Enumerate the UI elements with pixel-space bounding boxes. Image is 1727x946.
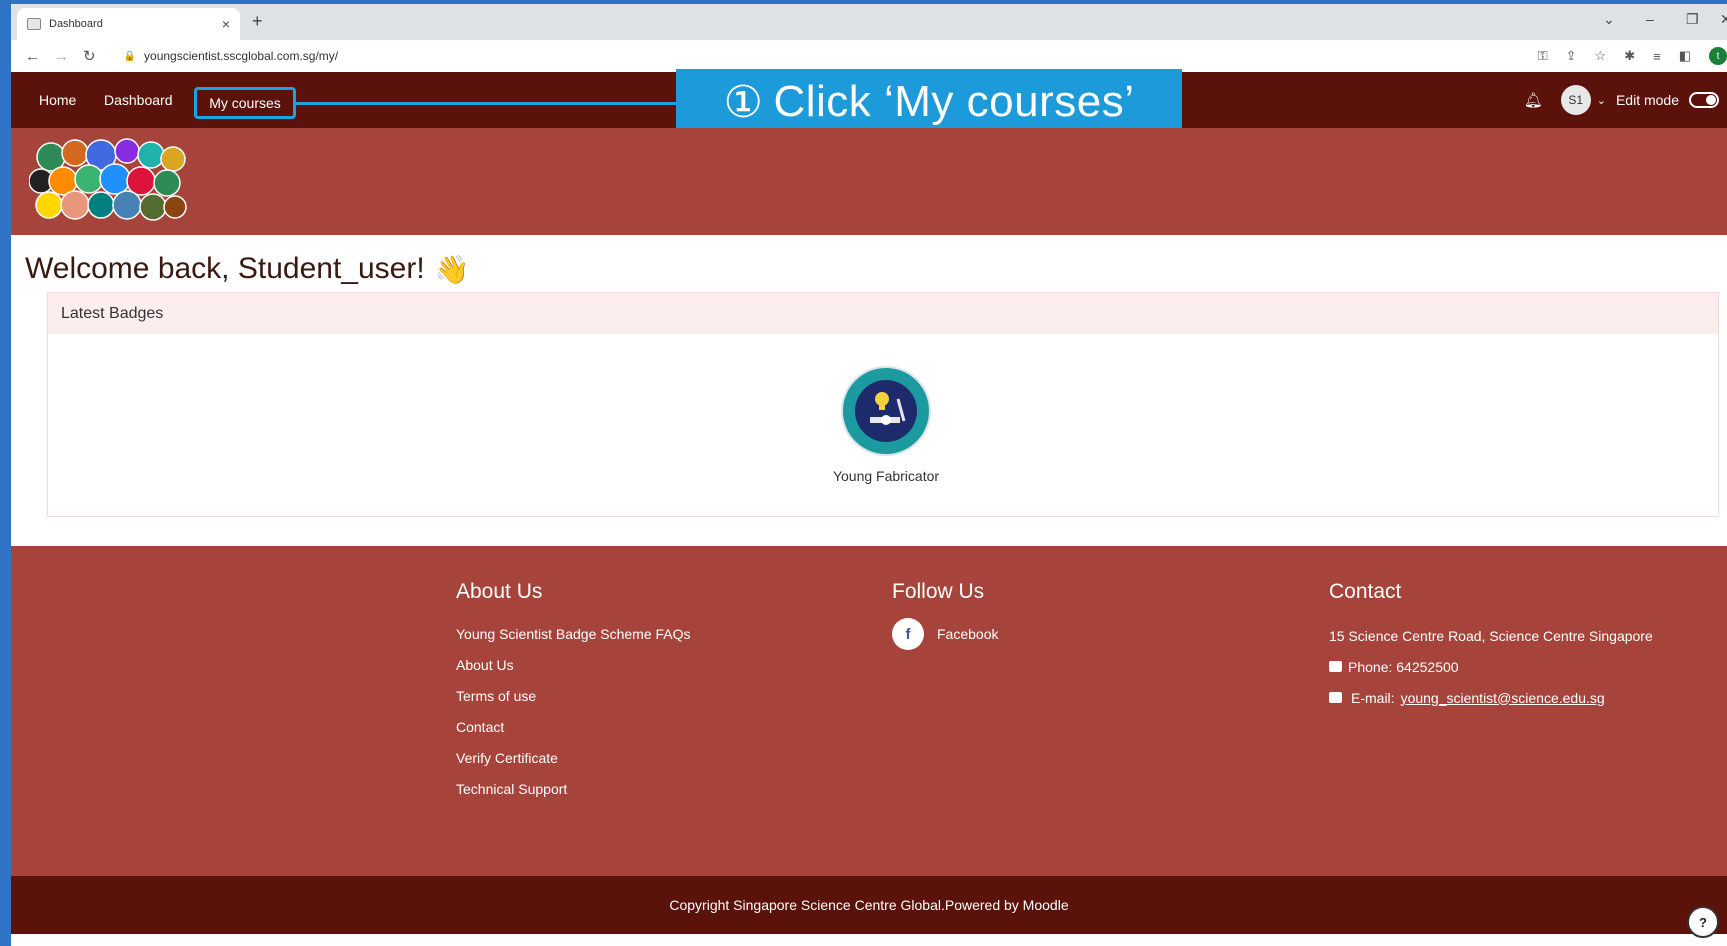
site-navbar: Home Dashboard My courses ① Click ‘My co…	[11, 69, 1727, 135]
footer-link-technical-support[interactable]: Technical Support	[456, 781, 691, 812]
extensions-icon[interactable]: ✱	[1624, 48, 1635, 64]
star-icon[interactable]: ☆	[1595, 48, 1607, 64]
help-icon[interactable]: ?	[1687, 906, 1719, 938]
copyright-text: Copyright Singapore Science Centre Globa…	[669, 897, 1069, 913]
nav-dashboard-link[interactable]: Dashboard	[104, 72, 173, 128]
tab-close-icon[interactable]: ×	[222, 16, 230, 32]
tab-title: Dashboard	[49, 18, 103, 30]
latest-badges-block: Latest Badges Young Fabricator	[47, 292, 1719, 517]
share-icon[interactable]: ⇪	[1566, 48, 1577, 64]
side-panel-icon[interactable]: ◧	[1679, 48, 1691, 64]
footer-link-verify-certificate[interactable]: Verify Certificate	[456, 750, 691, 781]
welcome-text: Welcome back, Student_user!	[25, 252, 425, 285]
nav-home-link[interactable]: Home	[39, 72, 76, 128]
toggle-knob	[1706, 95, 1716, 105]
user-avatar[interactable]: S1	[1560, 85, 1591, 115]
phone-icon	[1329, 661, 1342, 672]
edit-mode-toggle[interactable]	[1689, 92, 1719, 108]
screenshot-frame: Dashboard × + ⌄ – ❐ ✕ ← → ↻ 🔒 youngscien…	[0, 0, 1727, 946]
footer-about-title: About Us	[456, 580, 543, 603]
profile-avatar[interactable]: t	[1709, 47, 1727, 65]
copyright-bar: Copyright Singapore Science Centre Globa…	[11, 876, 1727, 934]
key-icon[interactable]: ⚿	[1538, 48, 1548, 64]
url-text: youngscientist.sscglobal.com.sg/my/	[144, 49, 339, 63]
contact-phone: Phone: 64252500	[1348, 658, 1459, 675]
callout-step-number: ①	[723, 77, 764, 127]
minimize-icon[interactable]: –	[1646, 11, 1654, 27]
contact-email-link[interactable]: young_scientist@science.edu.sg	[1401, 690, 1605, 706]
footer-link-terms[interactable]: Terms of use	[456, 688, 691, 719]
waving-hand-icon: 👋	[434, 253, 470, 285]
badge-name[interactable]: Young Fabricator	[816, 468, 956, 484]
url-field[interactable]: 🔒 youngscientist.sscglobal.com.sg/my/	[124, 49, 339, 63]
navbar-right-controls: 🔔︎ S1 ⌄ Edit mode	[1524, 72, 1719, 128]
contact-phone-row: Phone: 64252500	[1329, 651, 1653, 682]
tab-favicon-icon	[27, 18, 41, 30]
instruction-callout: ① Click ‘My courses’	[676, 69, 1182, 135]
user-menu-chevron-icon[interactable]: ⌄	[1597, 94, 1606, 107]
latest-badges-header: Latest Badges	[48, 293, 1718, 334]
notification-bell-icon[interactable]: 🔔︎	[1524, 91, 1543, 109]
footer-link-about-us[interactable]: About Us	[456, 657, 691, 688]
footer-about-column: About Us Young Scientist Badge Scheme FA…	[456, 580, 691, 812]
young-fabricator-badge-icon[interactable]	[840, 365, 932, 457]
contact-email-row: E-mail: young_scientist@science.edu.sg	[1329, 682, 1653, 713]
footer-contact-column: Contact 15 Science Centre Road, Science …	[1329, 580, 1653, 713]
footer-link-contact[interactable]: Contact	[456, 719, 691, 750]
close-window-icon[interactable]: ✕	[1720, 11, 1727, 28]
envelope-icon	[1329, 692, 1342, 703]
footer-link-faqs[interactable]: Young Scientist Badge Scheme FAQs	[456, 626, 691, 657]
facebook-label: Facebook	[937, 626, 999, 642]
facebook-link[interactable]: f Facebook	[892, 618, 998, 650]
lock-icon: 🔒	[123, 50, 137, 62]
facebook-icon: f	[892, 618, 924, 650]
footer-contact-title: Contact	[1329, 580, 1402, 603]
new-tab-button[interactable]: +	[252, 11, 263, 32]
callout-connector-line	[296, 102, 676, 105]
restore-icon[interactable]: ❐	[1686, 11, 1699, 28]
site-banner	[11, 128, 1727, 235]
contact-email-label: E-mail:	[1351, 689, 1395, 706]
site-logo[interactable]	[29, 137, 187, 223]
browser-tab[interactable]: Dashboard ×	[17, 8, 240, 40]
address-bar-row: ← → ↻ 🔒 youngscientist.sscglobal.com.sg/…	[11, 40, 1727, 72]
callout-text: Click ‘My courses’	[773, 77, 1135, 126]
reload-icon[interactable]: ↻	[83, 47, 96, 65]
tab-search-chevron-icon[interactable]: ⌄	[1603, 11, 1615, 28]
welcome-heading: Welcome back, Student_user! 👋	[25, 252, 470, 286]
browser-tab-strip: Dashboard × + ⌄ – ❐ ✕	[11, 4, 1727, 40]
site-footer: About Us Young Scientist Badge Scheme FA…	[11, 546, 1727, 876]
reading-list-icon[interactable]: ≡	[1653, 49, 1661, 64]
contact-address: 15 Science Centre Road, Science Centre S…	[1329, 627, 1653, 644]
nav-my-courses-link[interactable]: My courses	[194, 87, 296, 119]
forward-icon[interactable]: →	[54, 48, 69, 65]
badge-item[interactable]: Young Fabricator	[816, 365, 956, 484]
footer-follow-title: Follow Us	[892, 580, 985, 603]
edit-mode-label: Edit mode	[1615, 92, 1679, 108]
browser-toolbar-icons: ⚿ ⇪ ☆ ✱ ≡ ◧ t	[1538, 40, 1727, 72]
back-icon[interactable]: ←	[25, 48, 40, 65]
footer-follow-column: Follow Us f Facebook	[892, 580, 998, 650]
